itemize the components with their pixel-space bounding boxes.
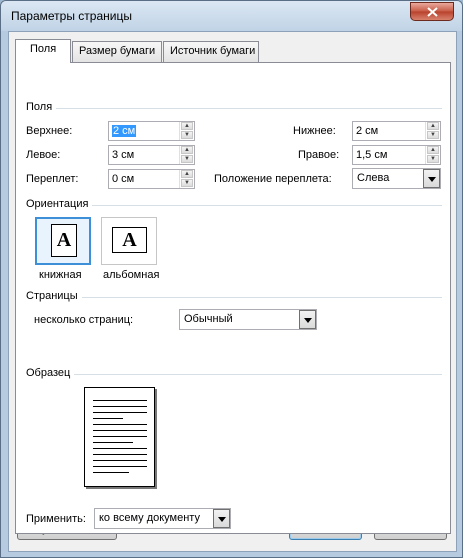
bottom-margin-value: 2 см [356, 125, 379, 137]
top-margin-label: Верхнее: [26, 125, 73, 137]
dropdown-arrow-icon[interactable] [299, 310, 316, 329]
margins-tab-panel: Поля Верхнее: 2 см ▲ ▼ Нижнее: 2 см ▲ ▼ Ле… [15, 62, 451, 534]
close-icon [426, 6, 438, 17]
apply-to-label: Применить: [26, 513, 86, 525]
multiple-pages-select[interactable]: Обычный [179, 309, 317, 330]
bottom-margin-spinner[interactable]: 2 см ▲ ▼ [352, 121, 441, 141]
pages-group-label: Страницы [26, 290, 82, 302]
preview-line [93, 436, 147, 437]
gutter-position-label: Положение переплета: [214, 173, 332, 185]
right-margin-value: 1,5 см [356, 149, 388, 161]
gutter-position-value: Слева [357, 172, 390, 184]
preview-group-label: Образец [26, 367, 75, 379]
preview-line [93, 460, 147, 461]
landscape-option[interactable]: A [101, 217, 157, 265]
margins-group-divider [26, 108, 442, 109]
tab-margins-label: Поля [30, 43, 57, 55]
left-margin-spinner[interactable]: 3 см ▲ ▼ [108, 145, 195, 165]
page-setup-dialog: Параметры страницы Поля Размер бумаги Ис… [0, 0, 463, 558]
dialog-body: Поля Размер бумаги Источник бумаги Поля … [8, 31, 457, 552]
preview-line [93, 472, 129, 473]
dropdown-arrow-icon[interactable] [423, 169, 440, 188]
title-bar[interactable]: Параметры страницы [1, 1, 462, 31]
portrait-label: книжная [39, 269, 82, 281]
gutter-spinner[interactable]: 0 см ▲ ▼ [108, 169, 195, 189]
tab-paper-source-label: Источник бумаги [170, 45, 256, 57]
dropdown-arrow-icon[interactable] [213, 509, 230, 528]
spin-down-icon[interactable]: ▼ [427, 155, 439, 163]
spin-down-icon[interactable]: ▼ [181, 179, 193, 187]
right-margin-label: Правое: [298, 149, 340, 161]
spin-down-icon[interactable]: ▼ [181, 155, 193, 163]
preview-line [93, 412, 147, 413]
pages-group-divider [26, 297, 442, 298]
tab-paper-source[interactable]: Источник бумаги [163, 41, 259, 62]
tab-paper-size-label: Размер бумаги [79, 45, 156, 57]
close-button[interactable] [410, 2, 454, 21]
gutter-value: 0 см [112, 173, 135, 185]
tab-margins[interactable]: Поля [15, 39, 71, 63]
spin-up-icon[interactable]: ▲ [181, 122, 193, 130]
bottom-margin-label: Нижнее: [293, 125, 336, 137]
spin-down-icon[interactable]: ▼ [427, 131, 439, 139]
preview-line [93, 466, 147, 467]
portrait-page-icon: A [51, 224, 77, 257]
preview-group-divider [26, 374, 442, 375]
tab-paper-size[interactable]: Размер бумаги [72, 41, 162, 62]
preview-line [93, 442, 133, 443]
left-margin-label: Левое: [26, 149, 61, 161]
margins-group-label: Поля [26, 101, 57, 113]
spin-up-icon[interactable]: ▲ [181, 146, 193, 154]
left-margin-value: 3 см [112, 149, 135, 161]
preview-line [93, 424, 147, 425]
gutter-label: Переплет: [26, 173, 79, 185]
preview-page [84, 387, 155, 487]
spin-up-icon[interactable]: ▲ [427, 122, 439, 130]
preview-line [93, 448, 147, 449]
top-margin-spinner[interactable]: 2 см ▲ ▼ [108, 121, 195, 141]
apply-to-value: ко всему документу [99, 512, 200, 524]
window-title: Параметры страницы [11, 9, 132, 23]
preview-line [93, 400, 147, 401]
preview-line [93, 418, 123, 419]
preview-line [93, 406, 147, 407]
landscape-label: альбомная [103, 269, 160, 281]
portrait-option[interactable]: A [35, 217, 91, 265]
top-margin-value: 2 см [112, 125, 137, 137]
apply-to-select[interactable]: ко всему документу [94, 508, 231, 529]
gutter-position-select[interactable]: Слева [352, 168, 441, 189]
preview-line [93, 430, 147, 431]
spin-up-icon[interactable]: ▲ [181, 170, 193, 178]
multiple-pages-label: несколько страниц: [34, 314, 134, 326]
right-margin-spinner[interactable]: 1,5 см ▲ ▼ [352, 145, 441, 165]
orientation-group-label: Ориентация [26, 198, 93, 210]
landscape-page-icon: A [112, 227, 147, 253]
preview-line [93, 454, 147, 455]
spin-down-icon[interactable]: ▼ [181, 131, 193, 139]
spin-up-icon[interactable]: ▲ [427, 146, 439, 154]
multiple-pages-value: Обычный [184, 313, 233, 325]
